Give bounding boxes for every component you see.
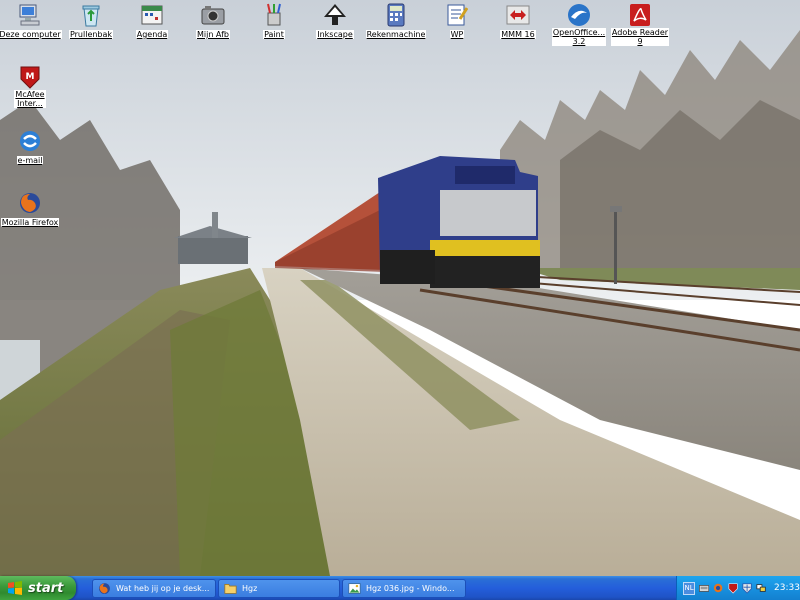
windows-logo-icon <box>8 581 22 595</box>
desktop-icon-email[interactable]: e-mail <box>0 128 62 165</box>
mmm-icon <box>505 2 531 28</box>
openoffice-icon <box>566 2 592 28</box>
calculator-icon <box>383 2 409 28</box>
desktop-icon-label: McAfee Inter... <box>14 90 46 108</box>
task-label: Hgz <box>242 584 258 593</box>
image-viewer-icon <box>348 583 361 594</box>
start-label: start <box>28 580 64 596</box>
email-icon <box>17 128 43 154</box>
desktop-icon-calculator[interactable]: Rekenmachine <box>364 2 428 39</box>
language-indicator[interactable]: NL <box>683 581 696 595</box>
clock[interactable]: 23:33 <box>774 583 800 593</box>
camera-icon <box>200 2 226 28</box>
taskbar-button-folder[interactable]: Hgz <box>218 579 340 598</box>
desktop-icon-recycle-bin[interactable]: Prullenbak <box>59 2 123 39</box>
task-label: Wat heb jij op je desk... <box>116 584 210 593</box>
desktop-icon-my-computer[interactable]: Deze computer <box>0 2 62 39</box>
keyboard-icon[interactable] <box>699 582 710 594</box>
desktop-icon-label: Deze computer <box>0 30 62 39</box>
taskbar-button-firefox[interactable]: Wat heb jij op je desk... <box>92 579 216 598</box>
desktop-icon-paint[interactable]: Paint <box>242 2 306 39</box>
desktop-icon-label: OpenOffice... 3.2 <box>551 28 607 46</box>
recycle-bin-icon <box>78 2 104 28</box>
desktop-icon-label: Prullenbak <box>68 30 114 39</box>
desktop-icon-label: Inkscape <box>316 30 354 39</box>
desktop-icon-mcafee[interactable]: M McAfee Inter... <box>0 64 62 108</box>
start-button[interactable]: start <box>0 576 76 600</box>
folder-icon <box>224 584 237 594</box>
desktop-icon-label: Mozilla Firefox <box>0 218 60 227</box>
desktop-icon-label: Agenda <box>135 30 169 39</box>
desktop-icon-calendar[interactable]: Agenda <box>120 2 184 39</box>
desktop-icon-openoffice[interactable]: OpenOffice... 3.2 <box>547 2 611 46</box>
firefox-icon <box>99 583 110 594</box>
desktop-icon-label: Paint <box>263 30 285 39</box>
wordpad-icon <box>444 2 470 28</box>
desktop-icon-label: WP <box>449 30 465 39</box>
desktop-icon-label: e-mail <box>16 156 44 165</box>
desktop-icon-label: Adobe Reader 9 <box>610 28 670 46</box>
paint-icon <box>261 2 287 28</box>
inkscape-icon <box>322 2 348 28</box>
desktop-icon-mmm[interactable]: MMM 16 <box>486 2 550 39</box>
mcafee-tray-icon[interactable] <box>728 582 738 594</box>
my-computer-icon <box>17 2 43 28</box>
desktop-icon-inkscape[interactable]: Inkscape <box>303 2 367 39</box>
desktop-wallpaper <box>0 0 800 576</box>
desktop-icon-label: Mijn Afb <box>195 30 231 39</box>
firefox-tray-icon[interactable] <box>713 582 723 594</box>
task-label: Hgz 036.jpg - Windo... <box>366 584 455 593</box>
desktop-icon-wordpad[interactable]: WP <box>425 2 489 39</box>
system-tray: NL 23:33 <box>676 576 800 600</box>
desktop-icon-firefox[interactable]: Mozilla Firefox <box>0 190 62 227</box>
svg-text:M: M <box>26 72 35 82</box>
firefox-icon <box>17 190 43 216</box>
adobe-reader-icon <box>627 2 653 28</box>
mcafee-icon: M <box>17 64 43 90</box>
taskbar: start Wat heb jij op je desk... Hgz Hgz … <box>0 576 800 600</box>
security-shield-icon[interactable] <box>742 582 752 594</box>
calendar-icon <box>139 2 165 28</box>
desktop-icon-my-pictures[interactable]: Mijn Afb <box>181 2 245 39</box>
network-icon[interactable] <box>756 582 766 594</box>
desktop-icon-label: MMM 16 <box>500 30 536 39</box>
wallpaper-scene <box>0 0 800 576</box>
taskbar-button-image-viewer[interactable]: Hgz 036.jpg - Windo... <box>342 579 466 598</box>
desktop-icon-adobe-reader[interactable]: Adobe Reader 9 <box>608 2 672 46</box>
desktop-icon-label: Rekenmachine <box>365 30 427 39</box>
